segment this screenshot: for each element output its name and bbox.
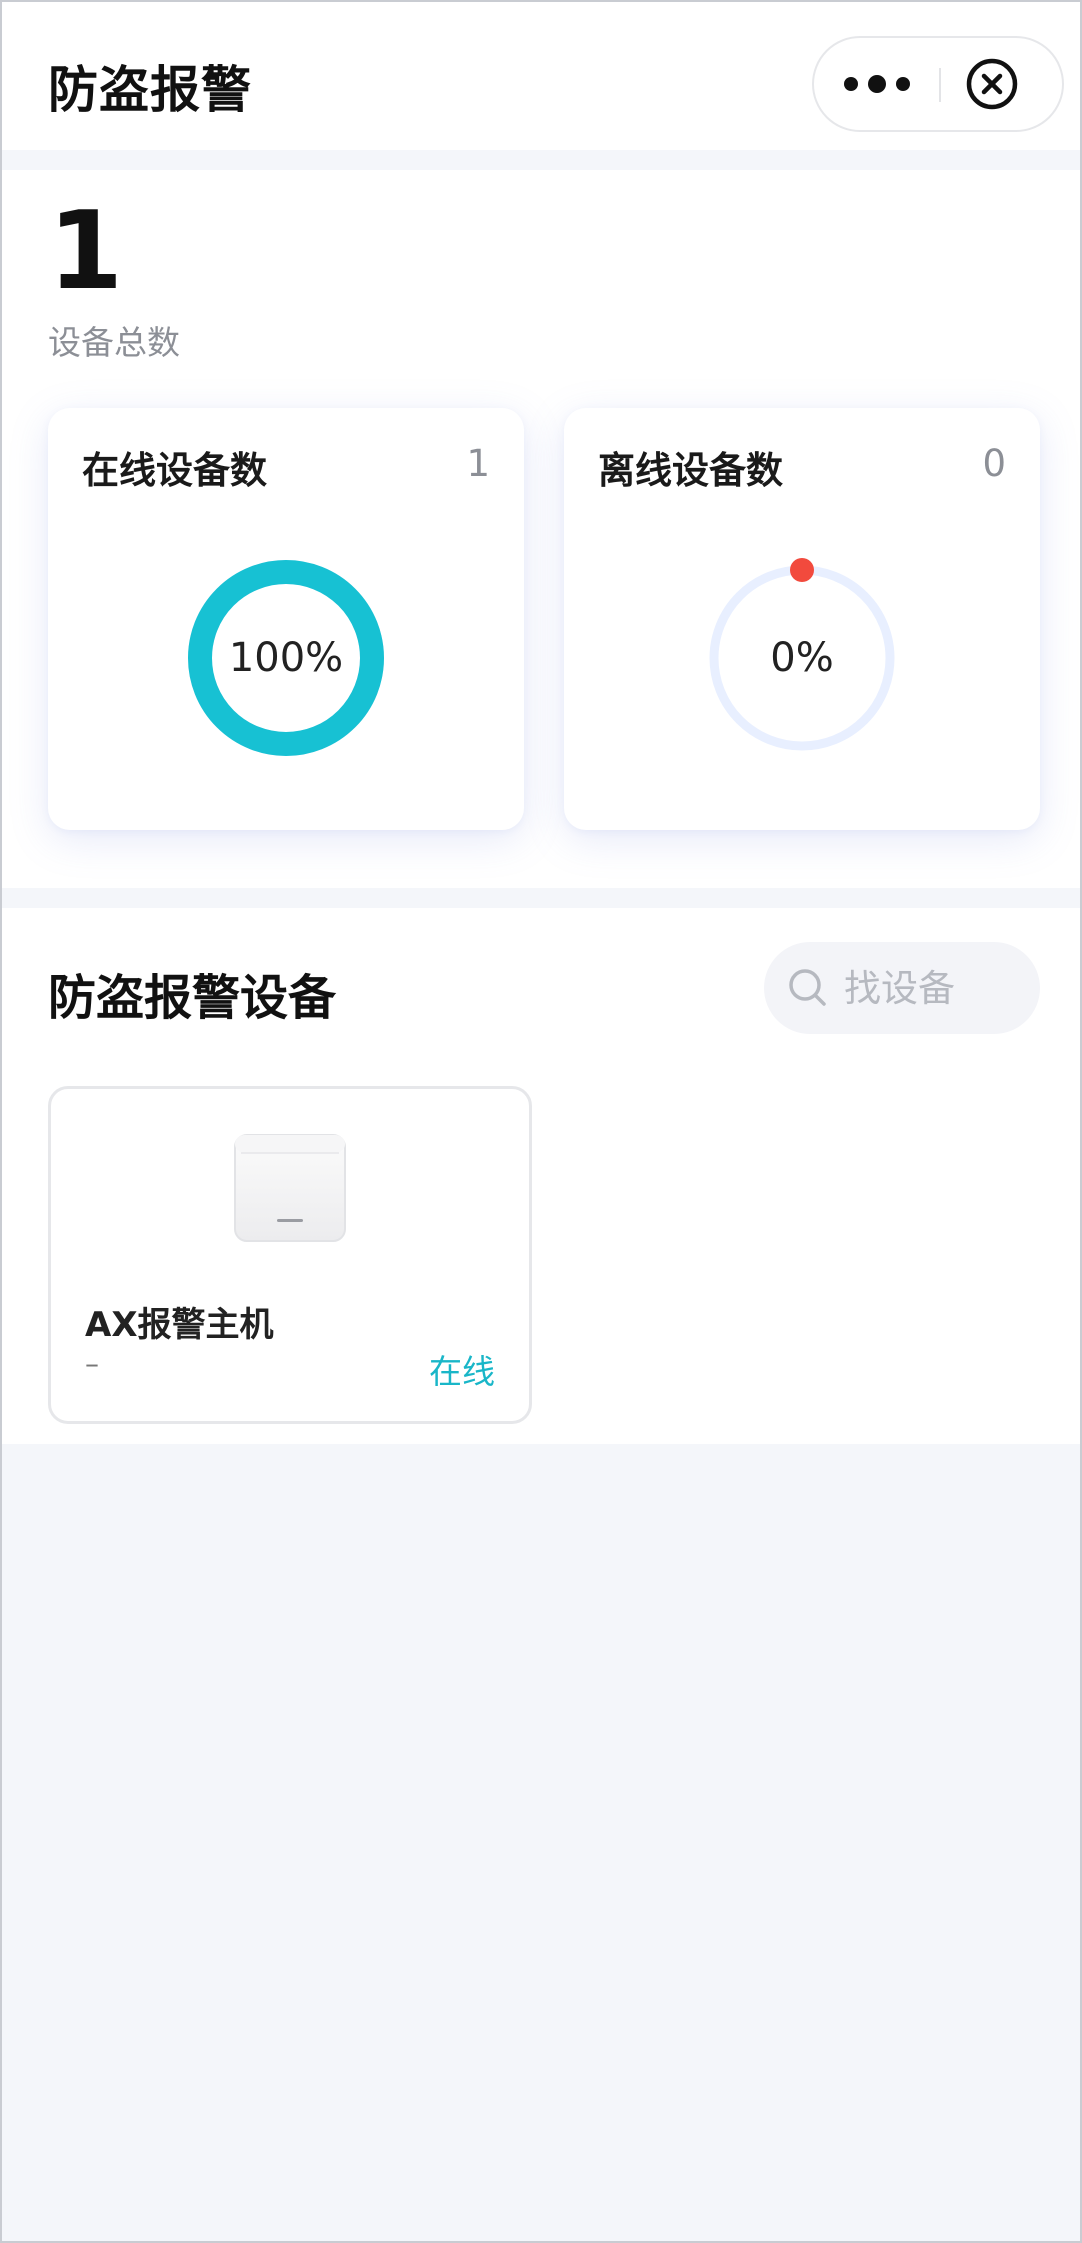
online-ring-chart: 100% (176, 548, 396, 768)
more-dots-icon-center (867, 75, 886, 93)
device-status: 在线 (429, 1352, 495, 1391)
mini-program-capsule (812, 36, 1064, 132)
alarm-host-device-image (234, 1134, 346, 1242)
device-section-title: 防盗报警设备 (48, 970, 337, 1026)
more-button[interactable] (814, 38, 939, 130)
close-circle-icon (966, 58, 1018, 110)
online-stat-count: 1 (466, 442, 490, 485)
device-subtitle: – (85, 1347, 99, 1380)
offline-stat-title: 离线设备数 (598, 449, 783, 492)
device-search[interactable] (764, 942, 1040, 1034)
page-title: 防盗报警 (48, 61, 252, 119)
online-stat-card[interactable]: 在线设备数 1 100% (48, 408, 524, 830)
device-section: 防盗报警设备 AX报警主机 – (2, 908, 1080, 1444)
online-stat-title: 在线设备数 (82, 449, 267, 492)
offline-stat-card[interactable]: 离线设备数 0 0% (564, 408, 1040, 830)
total-device-count: 1 (48, 189, 124, 314)
total-device-label: 设备总数 (48, 323, 180, 362)
more-dots-icon-right (895, 77, 910, 91)
offline-stat-count: 0 (982, 442, 1006, 485)
offline-percent: 0% (770, 635, 834, 681)
close-button[interactable] (964, 56, 1020, 112)
app-frame: 防盗报警 1 设备总数 在线设备数 1 100% 离线设备数 0 0% 防盗报警… (0, 0, 1082, 2243)
search-input[interactable] (844, 960, 1024, 1016)
device-name: AX报警主机 (85, 1305, 274, 1345)
capsule-divider (939, 68, 941, 102)
search-icon (789, 969, 826, 1006)
header: 防盗报警 (2, 2, 1080, 150)
online-percent: 100% (228, 635, 344, 681)
device-summary: 1 设备总数 在线设备数 1 100% 离线设备数 0 0% (2, 170, 1080, 888)
device-card[interactable]: AX报警主机 – 在线 (48, 1086, 532, 1424)
offline-ring-chart: 0% (692, 548, 912, 768)
more-dots-icon (843, 77, 858, 91)
